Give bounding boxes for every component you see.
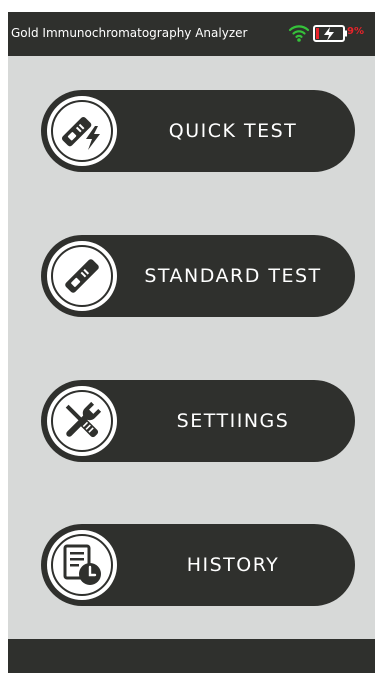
app-screen: Gold Immunochromatography Analyzer 9% QU… xyxy=(8,12,375,673)
settings-button[interactable]: SETTIINGS xyxy=(41,380,355,462)
document-clock-icon xyxy=(47,530,117,600)
battery-percent: 9% xyxy=(347,26,364,37)
standard-test-label: STANDARD TEST xyxy=(144,265,322,287)
tools-icon xyxy=(47,386,117,456)
history-label: HISTORY xyxy=(186,554,280,576)
status-bar: Gold Immunochromatography Analyzer 9% xyxy=(8,12,375,56)
settings-label: SETTIINGS xyxy=(176,410,290,432)
test-strip-lightning-icon xyxy=(47,96,117,166)
app-title: Gold Immunochromatography Analyzer xyxy=(11,26,248,40)
history-button[interactable]: HISTORY xyxy=(41,524,355,606)
wifi-icon xyxy=(288,23,310,43)
standard-test-button[interactable]: STANDARD TEST xyxy=(41,235,355,317)
quick-test-label: QUICK TEST xyxy=(168,120,298,142)
bottom-bar xyxy=(8,639,375,673)
test-strip-icon xyxy=(47,241,117,311)
quick-test-button[interactable]: QUICK TEST xyxy=(41,90,355,172)
